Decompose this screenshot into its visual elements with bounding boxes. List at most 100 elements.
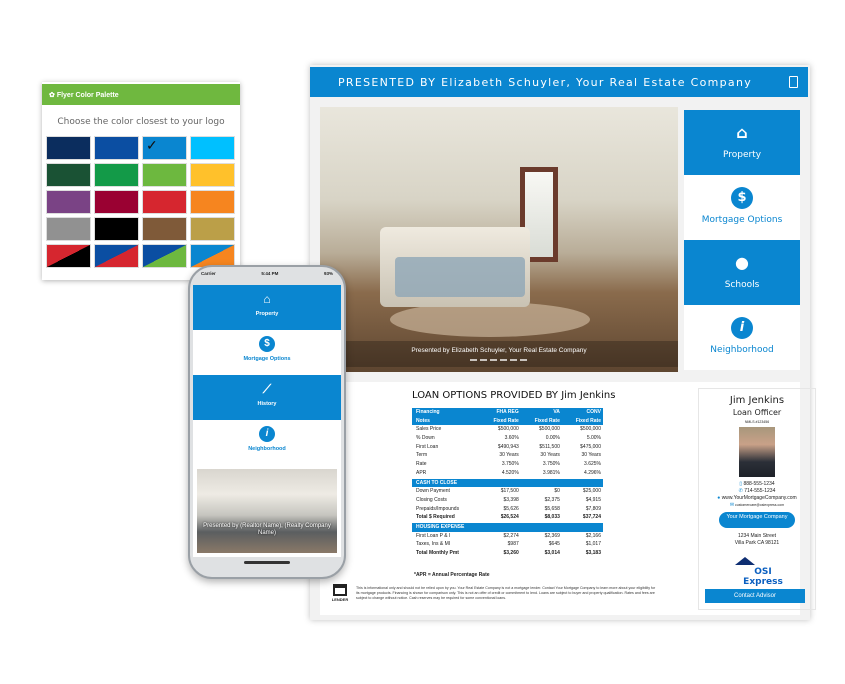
color-swatch[interactable]: ✓ xyxy=(142,136,187,160)
table-cell: $2,274 xyxy=(503,532,519,539)
color-swatch[interactable] xyxy=(142,163,187,187)
pdf-icon[interactable] xyxy=(789,76,798,88)
table-row: Financing FHA REG VA CONV xyxy=(412,408,603,417)
table-cell: 4.520% xyxy=(501,469,519,476)
color-swatch[interactable] xyxy=(190,163,235,187)
agent-name: Jim Jenkins xyxy=(729,395,785,406)
phone-1[interactable]: ▯ 888-555-1234 xyxy=(699,481,815,487)
kitchen-photo-carousel[interactable]: Presented by (Realtor Name), (Realty Com… xyxy=(197,469,337,553)
color-swatch[interactable] xyxy=(142,217,187,241)
color-swatch[interactable] xyxy=(46,163,91,187)
table-row: Prepaids/Impounds $5,626 $5,658 $7,809 xyxy=(412,505,603,514)
phone-1-text: 888-555-1234 xyxy=(743,481,775,487)
color-swatch[interactable] xyxy=(94,136,139,160)
contact-advisor-button[interactable]: Contact Advisor xyxy=(705,589,805,603)
table-cell: 30 Years xyxy=(581,452,601,459)
time: 5:44 PM xyxy=(261,271,279,276)
table-cell: Term xyxy=(416,452,428,459)
apple-icon: ● xyxy=(735,253,749,272)
nav-property[interactable]: ⌂ Property xyxy=(684,110,800,175)
color-swatch[interactable] xyxy=(46,136,91,160)
phone-nav-neighborhood[interactable]: i Neighborhood xyxy=(193,420,341,465)
nav-label: Schools xyxy=(724,280,760,290)
agent-headshot xyxy=(739,427,775,477)
website-link[interactable]: ● www.YourMortgageCompany.com xyxy=(699,495,815,501)
color-swatch[interactable] xyxy=(94,190,139,214)
phone-nav-history[interactable]: ⟋ History xyxy=(193,375,341,420)
table-cell: Fixed Rate xyxy=(534,417,560,424)
home-icon: ⌂ xyxy=(736,123,748,142)
agent-role: Loan Officer xyxy=(732,408,782,417)
table-row: Total $ Required $26,524 $8,033 $37,724 xyxy=(412,513,603,522)
table-cell: $511,500 xyxy=(539,443,560,450)
company-button[interactable]: Your Mortgage Company xyxy=(719,512,795,528)
photo-caption: Presented by Elizabeth Schuyler, Your Re… xyxy=(320,341,678,367)
phone-2-text: 714-555-1234 xyxy=(744,488,776,494)
info-icon: i xyxy=(259,426,275,442)
email-text: customercare@osiexpress.com xyxy=(735,503,785,507)
table-cell: $5,658 xyxy=(544,505,560,512)
carousel-dots[interactable] xyxy=(470,359,530,361)
color-swatch[interactable] xyxy=(142,244,187,268)
table-row: First Loan $490,943 $511,500 $475,000 xyxy=(412,443,603,452)
table-cell: Taxes, Ins & MI xyxy=(416,541,451,548)
table-cell: First Loan xyxy=(416,443,439,450)
table-cell: 30 Years xyxy=(499,452,519,459)
website-text: www.YourMortgageCompany.com xyxy=(721,495,797,501)
table-row: Down Payment $17,500 $0 $25,000 xyxy=(412,487,603,496)
table-cell: $987 xyxy=(507,541,519,548)
table-cell: $2,369 xyxy=(544,532,560,539)
table-cell: 3.60% xyxy=(504,435,519,442)
address-line-2: Villa Park CA 98121 xyxy=(734,540,780,546)
color-swatch[interactable] xyxy=(142,190,187,214)
phone-mockup: Carrier 5:44 PM 93% ⌂ Property $ Mortgage Op… xyxy=(188,265,346,579)
color-swatch[interactable] xyxy=(46,190,91,214)
color-swatch[interactable] xyxy=(190,217,235,241)
table-cell: Rate xyxy=(416,461,427,468)
table-cell: 3.750% xyxy=(542,461,560,468)
table-cell: $4,915 xyxy=(585,496,601,503)
table-cell: $25,000 xyxy=(582,488,601,495)
home-indicator[interactable] xyxy=(244,561,290,564)
nav-schools[interactable]: ● Schools xyxy=(684,240,800,305)
color-swatch[interactable] xyxy=(94,163,139,187)
globe-icon: ● xyxy=(717,495,721,501)
table-section-header: CASH TO CLOSE xyxy=(412,478,603,488)
color-swatch[interactable] xyxy=(190,136,235,160)
palette-header: ✿ Flyer Color Palette xyxy=(42,84,240,105)
property-photo-carousel[interactable]: Presented by Elizabeth Schuyler, Your Re… xyxy=(320,107,678,372)
table-row: Closing Costs $3,398 $2,375 $4,915 xyxy=(412,496,603,505)
phone-nav-mortgage-options[interactable]: $ Mortgage Options xyxy=(193,330,341,375)
palette-title: Flyer Color Palette xyxy=(56,92,119,99)
table-cell: $645 xyxy=(548,541,560,548)
table-cell: $8,033 xyxy=(544,514,560,521)
table-row: Notes Fixed Rate Fixed Rate Fixed Rate xyxy=(412,416,603,426)
table-cell: $3,398 xyxy=(503,496,519,503)
color-swatch[interactable] xyxy=(94,217,139,241)
address-line-1: 1234 Main Street xyxy=(737,533,777,539)
palette-subtitle: Choose the color closest to your logo xyxy=(57,117,225,127)
table-cell: 3.750% xyxy=(501,461,519,468)
email-link[interactable]: ✉ customercare@osiexpress.com xyxy=(699,502,815,508)
color-swatch[interactable] xyxy=(46,244,91,268)
color-swatch[interactable] xyxy=(94,244,139,268)
nav-mortgage-options[interactable]: $ Mortgage Options xyxy=(684,175,800,240)
table-cell: CONV xyxy=(586,409,601,415)
color-swatch[interactable] xyxy=(190,190,235,214)
table-cell: 30 Years xyxy=(540,452,560,459)
table-cell: Notes xyxy=(416,417,430,424)
nav-neighborhood[interactable]: i Neighborhood xyxy=(684,305,800,370)
table-row: Taxes, Ins & MI $987 $645 $1,017 xyxy=(412,540,603,549)
table-cell: Sales Price xyxy=(416,426,442,433)
table-cell: $500,000 xyxy=(497,426,519,433)
table-cell: $0 xyxy=(554,488,560,495)
bedcover xyxy=(395,257,525,297)
phone-nav-property[interactable]: ⌂ Property xyxy=(193,285,341,330)
equal-housing-lender-logo: LENDER xyxy=(331,584,349,606)
table-cell: $17,500 xyxy=(500,488,519,495)
phone-icon: ✆ xyxy=(738,488,743,494)
table-cell: Total $ Required xyxy=(416,514,455,521)
phone-2[interactable]: ✆ 714-555-1234 xyxy=(699,488,815,494)
color-swatch[interactable] xyxy=(46,217,91,241)
color-palette-panel: ✿ Flyer Color Palette Choose the color c… xyxy=(42,82,240,280)
